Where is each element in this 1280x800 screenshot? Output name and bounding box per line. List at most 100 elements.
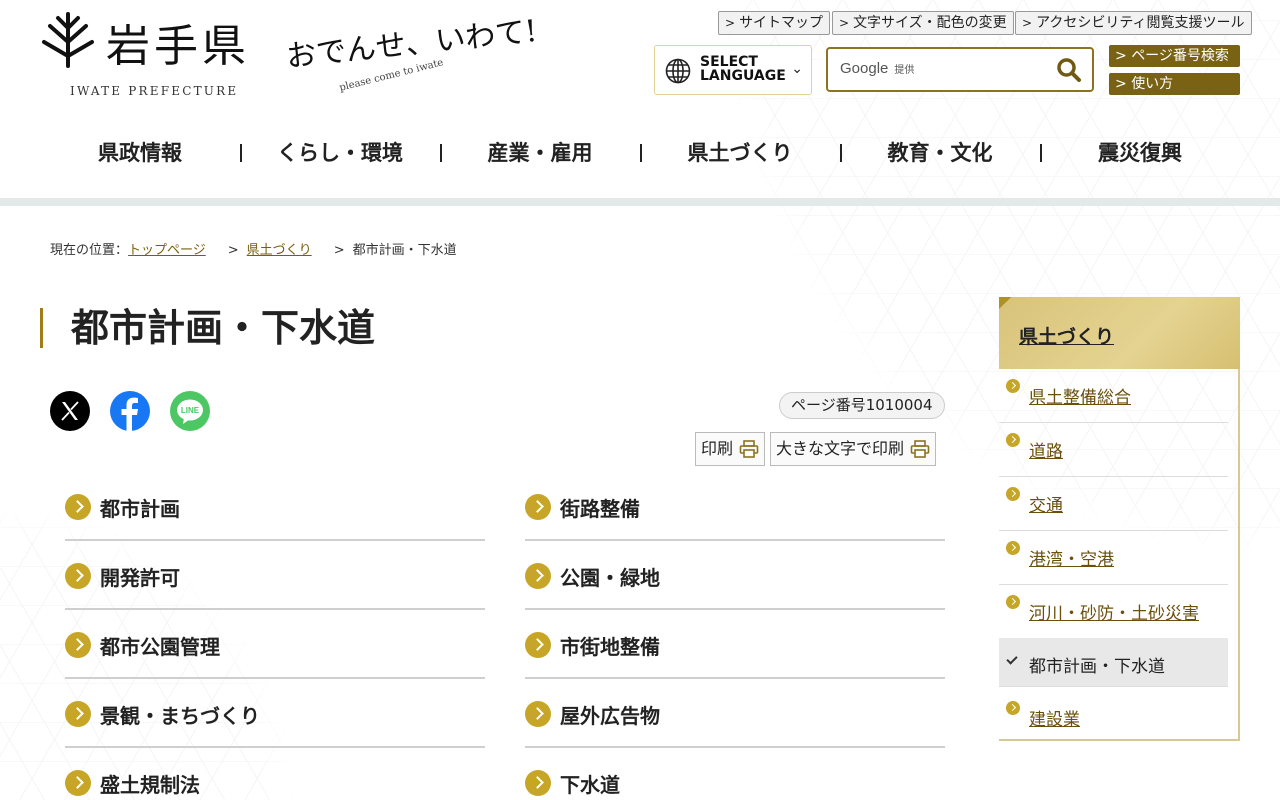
category-link-label: 都市計画 [100, 497, 180, 521]
global-nav-item[interactable]: 県政情報 [40, 133, 240, 173]
printer-icon [739, 440, 759, 458]
side-nav-item-label: 交通 [1029, 496, 1063, 516]
category-link[interactable]: 市街地整備 [525, 610, 945, 679]
line-share-button[interactable]: LINE [170, 391, 210, 431]
category-link[interactable]: 下水道 [525, 748, 945, 800]
global-nav-item[interactable]: くらし・環境 [240, 133, 440, 173]
category-link-label: 盛土規制法 [100, 773, 200, 797]
breadcrumb-link-infrastructure[interactable]: 県土づくり [247, 243, 312, 258]
prefecture-emblem-icon [42, 12, 94, 68]
how-to-use-label: 使い方 [1131, 76, 1174, 92]
category-link-label: 開発許可 [100, 566, 180, 590]
category-link[interactable]: 都市計画 [65, 472, 485, 541]
side-nav-item[interactable]: 県土整備総合 [999, 369, 1228, 423]
side-nav-item[interactable]: 建設業 [999, 691, 1228, 745]
arrow-circle-icon [65, 632, 91, 658]
side-nav-item-label: 建設業 [1029, 710, 1080, 730]
arrow-circle-icon [525, 770, 551, 796]
category-link[interactable]: 街路整備 [525, 472, 945, 541]
accessibility-tool-link[interactable]: > アクセシビリティ閲覧支援ツール [1015, 11, 1252, 35]
arrow-circle-icon [525, 563, 551, 589]
arrow-circle-icon [1006, 487, 1020, 501]
category-link[interactable]: 開発許可 [65, 541, 485, 610]
arrow-circle-icon [1006, 379, 1020, 393]
site-logo[interactable]: 岩手県 IWATE PREFECTURE [40, 12, 280, 102]
search-provider-note: 提供 [894, 65, 915, 76]
category-link[interactable]: 景観・まちづくり [65, 679, 485, 748]
arrow-circle-icon [525, 632, 551, 658]
print-large-button[interactable]: 大きな文字で印刷 [770, 432, 937, 466]
chevron-right-icon: > [725, 16, 736, 30]
line-icon-text: LINE [181, 406, 200, 415]
accessibility-tool-label: アクセシビリティ閲覧支援ツール [1036, 15, 1245, 31]
side-nav-item-label: 道路 [1029, 442, 1063, 462]
category-link[interactable]: 都市公園管理 [65, 610, 485, 679]
category-link-label: 都市公園管理 [100, 635, 220, 659]
logo-title: 岩手県 [106, 21, 250, 72]
global-nav-item[interactable]: 教育・文化 [840, 133, 1040, 173]
side-nav-item-label: 県土整備総合 [1029, 388, 1131, 408]
breadcrumb-link-top[interactable]: トップページ [128, 243, 206, 258]
page-number-badge: ページ番号1010004 [779, 392, 945, 419]
chevron-right-icon: > [839, 16, 850, 30]
category-link-label: 景観・まちづくり [100, 704, 260, 728]
global-nav: 県政情報 くらし・環境 産業・雇用 県土づくり 教育・文化 震災復興 [40, 133, 1240, 173]
x-share-button[interactable] [50, 391, 90, 431]
nav-divider-bar [0, 198, 1280, 206]
side-nav-item[interactable]: 河川・砂防・土砂災害 [999, 585, 1228, 639]
side-nav: 県土づくり 県土整備総合 道路 交通 港湾・空港 河川・砂防・土砂災害 都市計画… [999, 297, 1240, 741]
language-selector[interactable]: SELECT LANGUAGE ⌄ [654, 45, 812, 95]
language-label: SELECT LANGUAGE [700, 54, 786, 84]
chevron-right-icon: > [1022, 16, 1033, 30]
print-button[interactable]: 印刷 [695, 432, 766, 466]
facebook-icon [110, 391, 150, 431]
arrow-circle-icon [65, 563, 91, 589]
page-number-search-button[interactable]: > ページ番号検索 [1109, 45, 1240, 67]
breadcrumb: 現在の位置：トップページ > 県土づくり > 都市計画・下水道 [50, 239, 457, 258]
arrow-circle-icon [525, 494, 551, 520]
side-nav-item[interactable]: 交通 [999, 477, 1228, 531]
global-nav-item[interactable]: 産業・雇用 [440, 133, 640, 173]
breadcrumb-separator: > [333, 243, 345, 258]
text-size-color-link[interactable]: > 文字サイズ・配色の変更 [832, 11, 1014, 35]
global-nav-item[interactable]: 県土づくり [640, 133, 840, 173]
side-nav-item[interactable]: 港湾・空港 [999, 531, 1228, 585]
arrow-circle-icon [65, 494, 91, 520]
arrow-circle-icon [65, 701, 91, 727]
search-input[interactable]: Google 提供 [840, 60, 914, 77]
category-link-label: 街路整備 [560, 497, 640, 521]
chevron-down-icon: ⌄ [791, 61, 803, 77]
side-nav-item-label: 都市計画・下水道 [1029, 657, 1165, 677]
arrow-circle-icon [1006, 595, 1020, 609]
category-link[interactable]: 盛土規制法 [65, 748, 485, 800]
sitemap-link[interactable]: > サイトマップ [718, 11, 831, 35]
category-link-label: 公園・緑地 [560, 566, 660, 590]
arrow-circle-icon [525, 701, 551, 727]
arrow-circle-icon [1006, 433, 1020, 447]
x-icon [50, 391, 90, 431]
side-nav-item-current[interactable]: 都市計画・下水道 [999, 638, 1228, 687]
catchphrase: おでんせ、いわて! please come to iwate [285, 12, 539, 94]
breadcrumb-separator: > [227, 243, 239, 258]
category-link-label: 下水道 [560, 773, 620, 797]
side-nav-heading[interactable]: 県土づくり [999, 297, 1240, 369]
search-icon[interactable] [1056, 57, 1082, 83]
checkmark-icon [1006, 653, 1018, 665]
arrow-circle-icon [1006, 701, 1020, 715]
arrow-circle-icon [65, 770, 91, 796]
globe-icon [665, 58, 691, 84]
facebook-share-button[interactable] [110, 391, 150, 431]
category-link[interactable]: 公園・緑地 [525, 541, 945, 610]
printer-icon [910, 440, 930, 458]
chevron-right-icon: > [1115, 48, 1132, 64]
category-link[interactable]: 屋外広告物 [525, 679, 945, 748]
category-link-label: 屋外広告物 [560, 704, 660, 728]
side-nav-item-label: 河川・砂防・土砂災害 [1029, 604, 1199, 624]
site-search[interactable]: Google 提供 [826, 47, 1094, 92]
side-nav-item[interactable]: 道路 [999, 423, 1228, 477]
logo-english: IWATE PREFECTURE [70, 84, 239, 98]
breadcrumb-current: 都市計画・下水道 [352, 243, 457, 258]
how-to-use-button[interactable]: > 使い方 [1109, 73, 1240, 95]
breadcrumb-prefix: 現在の位置： [50, 243, 129, 258]
global-nav-item[interactable]: 震災復興 [1040, 133, 1240, 173]
